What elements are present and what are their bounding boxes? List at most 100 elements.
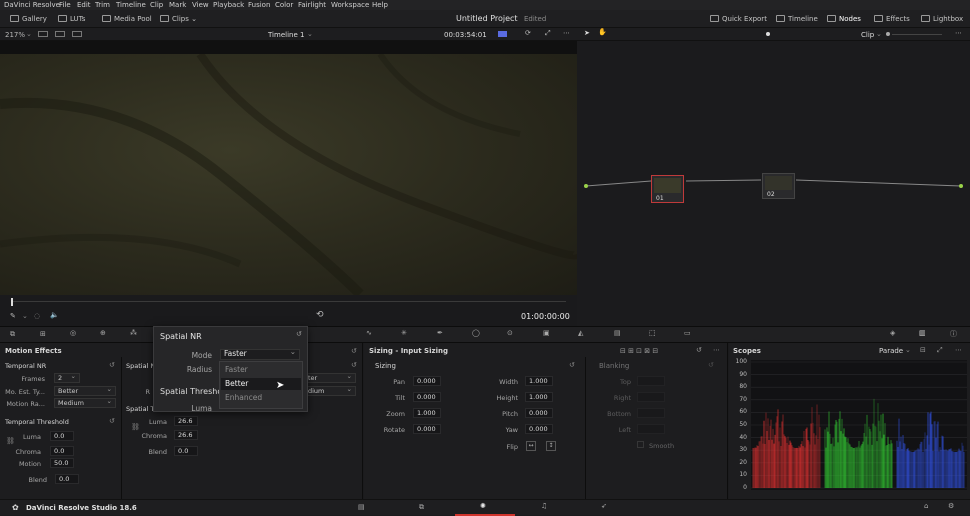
loop-playback-icon[interactable]: ⟲ bbox=[316, 310, 324, 320]
reset-icon[interactable]: ↺ bbox=[351, 361, 357, 369]
quick-export-button[interactable]: Quick Export bbox=[710, 15, 767, 23]
pan-field[interactable]: 0.000 bbox=[413, 376, 441, 386]
mode-select[interactable]: Faster bbox=[220, 348, 300, 360]
pitch-field[interactable]: 0.000 bbox=[525, 408, 553, 418]
keyframes-icon[interactable]: ◈ bbox=[890, 329, 895, 337]
chevron-down-icon[interactable]: ⌄ bbox=[876, 30, 882, 38]
rotate-field[interactable]: 0.000 bbox=[413, 424, 441, 434]
motion-field[interactable]: 50.0 bbox=[50, 458, 74, 468]
menu-mark[interactable]: Mark bbox=[169, 1, 186, 9]
edit-page-icon[interactable]: ⧉ bbox=[419, 503, 424, 512]
yaw-field[interactable]: 0.000 bbox=[525, 424, 553, 434]
clip-mode-select[interactable]: Clip bbox=[861, 31, 874, 39]
scopes-icon[interactable]: ▥ bbox=[919, 329, 926, 337]
fullscreen-icon[interactable]: ⤢ bbox=[545, 29, 551, 38]
deliver-page-icon[interactable]: ➶ bbox=[601, 502, 607, 510]
scope-mode-select[interactable]: Parade bbox=[879, 347, 903, 355]
clips-button[interactable]: Clips ⌄ bbox=[160, 15, 197, 23]
reset-icon[interactable]: ↺ bbox=[296, 330, 302, 338]
info-icon[interactable]: ⓘ bbox=[950, 329, 957, 339]
chevron-down-icon[interactable]: ⌄ bbox=[307, 30, 313, 38]
menu-playback[interactable]: Playback bbox=[213, 1, 244, 9]
qualifier-icon[interactable]: ✒ bbox=[437, 329, 443, 337]
single-viewer-icon[interactable] bbox=[38, 31, 48, 37]
scrubber-track[interactable] bbox=[12, 301, 566, 302]
blend-field[interactable]: 0.0 bbox=[55, 474, 79, 484]
video-viewer[interactable] bbox=[0, 54, 577, 295]
refresh-icon[interactable]: ⟳ bbox=[525, 29, 531, 37]
flip-horizontal-icon[interactable]: ↔ bbox=[526, 441, 536, 451]
warper-icon[interactable]: ✳ bbox=[401, 329, 407, 337]
expand-icon[interactable]: ⤢ bbox=[937, 346, 943, 355]
menu-color[interactable]: Color bbox=[275, 1, 293, 9]
sizing-icon[interactable]: ⬚ bbox=[649, 329, 656, 337]
flip-vertical-icon[interactable]: ↕ bbox=[546, 441, 556, 451]
window-icon[interactable]: ◯ bbox=[472, 329, 480, 337]
option-better[interactable]: Better bbox=[225, 379, 248, 388]
luts-button[interactable]: LUTs bbox=[58, 15, 85, 23]
zoom-field[interactable]: 1.000 bbox=[413, 408, 441, 418]
menu-clip[interactable]: Clip bbox=[150, 1, 163, 9]
more-options-icon[interactable]: ⋯ bbox=[955, 29, 962, 37]
reset-icon[interactable]: ↺ bbox=[109, 361, 115, 369]
fairlight-page-icon[interactable]: ♫ bbox=[541, 502, 547, 510]
split-viewer-icon[interactable] bbox=[55, 31, 65, 37]
blur-icon[interactable]: ◭ bbox=[578, 329, 583, 337]
option-enhanced[interactable]: Enhanced bbox=[225, 393, 262, 402]
reset-icon[interactable]: ↺ bbox=[696, 346, 702, 354]
nodes-button[interactable]: Nodes bbox=[827, 15, 861, 23]
timeline-button[interactable]: Timeline bbox=[776, 15, 818, 23]
color-page-icon[interactable]: ✺ bbox=[480, 502, 486, 510]
effects-button[interactable]: Effects bbox=[874, 15, 910, 23]
settings-icon[interactable]: ⚙ bbox=[948, 502, 954, 510]
menu-help[interactable]: Help bbox=[372, 1, 388, 9]
pen-icon[interactable]: ✎ bbox=[10, 312, 16, 320]
node-graph[interactable]: 01 02 bbox=[578, 41, 970, 326]
menu-trim[interactable]: Trim bbox=[95, 1, 110, 9]
menu-fairlight[interactable]: Fairlight bbox=[298, 1, 326, 9]
zoom-slider[interactable] bbox=[892, 34, 942, 35]
chroma-field[interactable]: 0.0 bbox=[50, 446, 74, 456]
speaker-icon[interactable]: 🔈 bbox=[50, 311, 59, 319]
menu-timeline[interactable]: Timeline bbox=[116, 1, 146, 9]
tilt-field[interactable]: 0.000 bbox=[413, 392, 441, 402]
spatial-mo-est-select[interactable]: ter bbox=[304, 372, 356, 383]
luma-field[interactable]: 0.0 bbox=[50, 431, 74, 441]
reset-icon[interactable]: ↺ bbox=[109, 417, 115, 425]
pointer-icon[interactable]: ➤ bbox=[584, 29, 590, 37]
menu-edit[interactable]: Edit bbox=[77, 1, 91, 9]
menu-davinci-resolve[interactable]: DaVinci Resolve bbox=[4, 1, 60, 9]
lightbox-button[interactable]: Lightbox bbox=[921, 15, 963, 23]
camera-raw-icon[interactable]: ⧉ bbox=[10, 330, 15, 339]
motion-range-select[interactable]: Medium bbox=[54, 397, 116, 408]
scope-settings-icon[interactable]: ⊟ bbox=[920, 346, 926, 354]
gallery-button[interactable]: Gallery bbox=[10, 15, 47, 23]
chevron-down-icon[interactable]: ⌄ bbox=[26, 30, 32, 38]
spatial-range-select[interactable]: dium bbox=[304, 385, 356, 396]
sizing-mode-icons[interactable]: ⊟ ⊞ ⊡ ⊠ ⊟ bbox=[620, 347, 658, 355]
color-wheels-icon[interactable]: ◎ bbox=[70, 329, 76, 337]
media-pool-button[interactable]: Media Pool bbox=[102, 15, 152, 23]
height-field[interactable]: 1.000 bbox=[525, 392, 553, 402]
color-match-icon[interactable]: ⊞ bbox=[40, 330, 46, 338]
magic-mask-icon[interactable]: ▣ bbox=[543, 329, 550, 337]
reset-icon[interactable]: ↺ bbox=[351, 347, 357, 355]
zoom-slider-handle[interactable] bbox=[886, 32, 890, 36]
3d-icon[interactable]: ▭ bbox=[684, 329, 691, 337]
compare-icon[interactable] bbox=[72, 31, 82, 37]
spatial-chroma-field[interactable]: 26.6 bbox=[174, 430, 198, 440]
menu-view[interactable]: View bbox=[192, 1, 209, 9]
loop-icon[interactable]: ◌ bbox=[34, 312, 40, 320]
key-icon[interactable]: ▤ bbox=[614, 329, 621, 337]
chevron-down-icon[interactable]: ⌄ bbox=[22, 312, 28, 320]
spatial-luma-field[interactable]: 26.6 bbox=[174, 416, 198, 426]
menu-workspace[interactable]: Workspace bbox=[331, 1, 369, 9]
frames-select[interactable]: 2 bbox=[54, 372, 80, 383]
curves-icon[interactable]: ∿ bbox=[366, 329, 372, 337]
menu-file[interactable]: File bbox=[59, 1, 71, 9]
width-field[interactable]: 1.000 bbox=[525, 376, 553, 386]
timeline-select[interactable]: Timeline 1 bbox=[268, 31, 304, 39]
more-options-icon[interactable]: ⋯ bbox=[563, 29, 570, 37]
zoom-select[interactable]: 217% bbox=[5, 31, 25, 39]
rgb-mixer-icon[interactable]: ⊕ bbox=[100, 329, 106, 337]
